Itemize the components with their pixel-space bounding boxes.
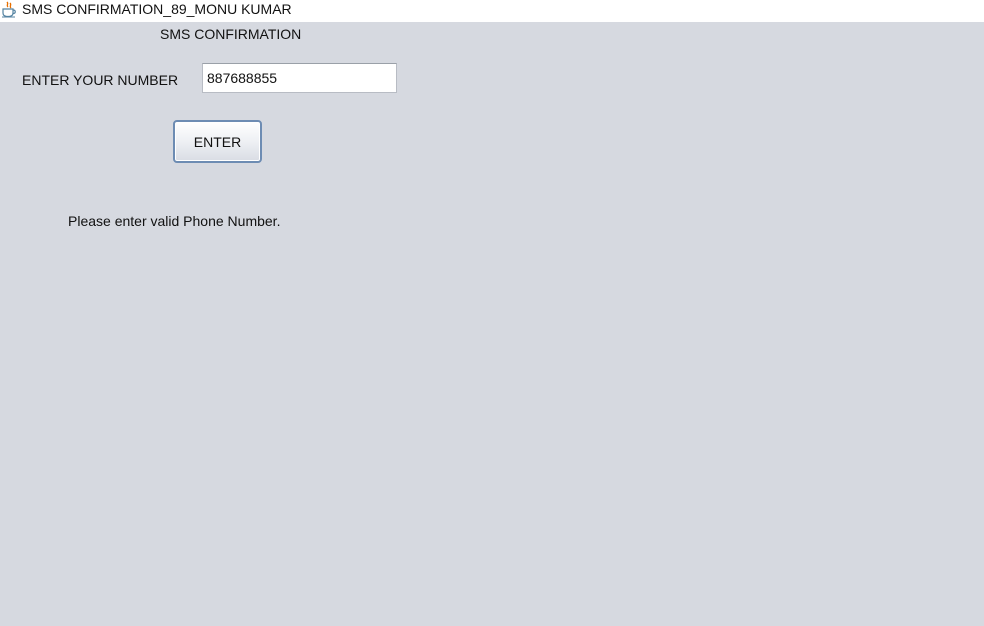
number-label: ENTER YOUR NUMBER <box>22 72 179 88</box>
form-panel: SMS CONFIRMATION ENTER YOUR NUMBER ENTER… <box>0 22 984 626</box>
app-window: SMS CONFIRMATION_89_MONU KUMAR SMS CONFI… <box>0 0 984 626</box>
phone-number-input[interactable] <box>202 63 397 93</box>
status-message: Please enter valid Phone Number. <box>68 213 281 229</box>
java-coffee-cup-icon <box>1 1 17 18</box>
title-bar[interactable]: SMS CONFIRMATION_89_MONU KUMAR <box>0 0 984 22</box>
window-title: SMS CONFIRMATION_89_MONU KUMAR <box>22 1 292 17</box>
page-heading: SMS CONFIRMATION <box>160 26 302 42</box>
enter-button[interactable]: ENTER <box>173 120 262 163</box>
